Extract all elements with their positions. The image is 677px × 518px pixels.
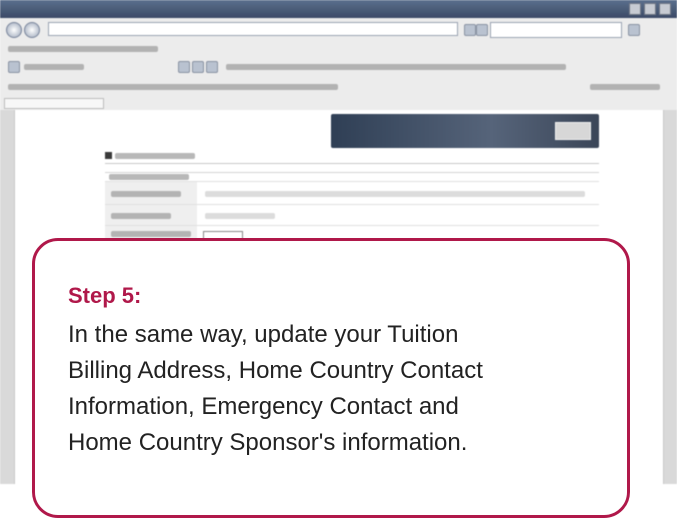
form-value-text <box>205 213 275 219</box>
search-icon[interactable] <box>628 24 640 36</box>
favorites-links <box>8 84 338 90</box>
forward-icon[interactable] <box>24 22 40 38</box>
minimize-icon[interactable] <box>629 3 641 15</box>
search-input[interactable] <box>490 22 622 38</box>
form-value-text <box>205 191 585 197</box>
form-row <box>105 205 599 226</box>
toolbar-button-icon[interactable] <box>192 61 204 73</box>
toolbar-text <box>24 64 84 70</box>
page-banner <box>331 114 599 148</box>
form-label-text <box>111 191 181 197</box>
window-titlebar <box>0 0 677 18</box>
step-instruction-line: Information, Emergency Contact and <box>68 393 459 420</box>
section-heading <box>105 149 599 164</box>
back-icon[interactable] <box>6 22 22 38</box>
refresh-icon[interactable] <box>464 24 476 36</box>
section-heading-text <box>115 153 195 159</box>
form-table <box>105 172 599 243</box>
google-toolbar <box>0 56 677 79</box>
window-controls <box>629 3 671 15</box>
banner-button[interactable] <box>555 122 591 140</box>
tab-bar <box>0 96 677 111</box>
step-instruction-line: In the same way, update your Tuition <box>68 321 459 348</box>
step-instruction-line: Billing Address, Home Country Contact <box>68 357 483 384</box>
navigation-bar <box>0 18 677 43</box>
stop-icon[interactable] <box>476 24 488 36</box>
section-bullet-icon <box>105 152 112 159</box>
form-header-row <box>105 173 599 182</box>
form-label-text <box>111 231 191 237</box>
menu-bar <box>0 42 677 57</box>
menu-text-placeholder <box>8 46 158 52</box>
step-instructions: In the same way, update your Tuition Bil… <box>68 317 624 461</box>
form-header-text <box>109 174 189 180</box>
toolbar-links <box>226 64 566 70</box>
maximize-icon[interactable] <box>644 3 656 15</box>
browser-tab[interactable] <box>4 98 104 109</box>
close-icon[interactable] <box>659 3 671 15</box>
form-label-text <box>111 213 171 219</box>
address-bar[interactable] <box>48 22 458 36</box>
form-row <box>105 182 599 205</box>
favorites-tools <box>590 84 660 90</box>
toolbar-button-icon[interactable] <box>178 61 190 73</box>
toolbar-button-icon[interactable] <box>206 61 218 73</box>
toolbar-logo-icon[interactable] <box>8 61 20 73</box>
favorites-bar <box>0 78 677 97</box>
step-label: Step 5: <box>68 283 142 308</box>
step-instruction-line: Home Country Sponsor's information. <box>68 429 468 456</box>
